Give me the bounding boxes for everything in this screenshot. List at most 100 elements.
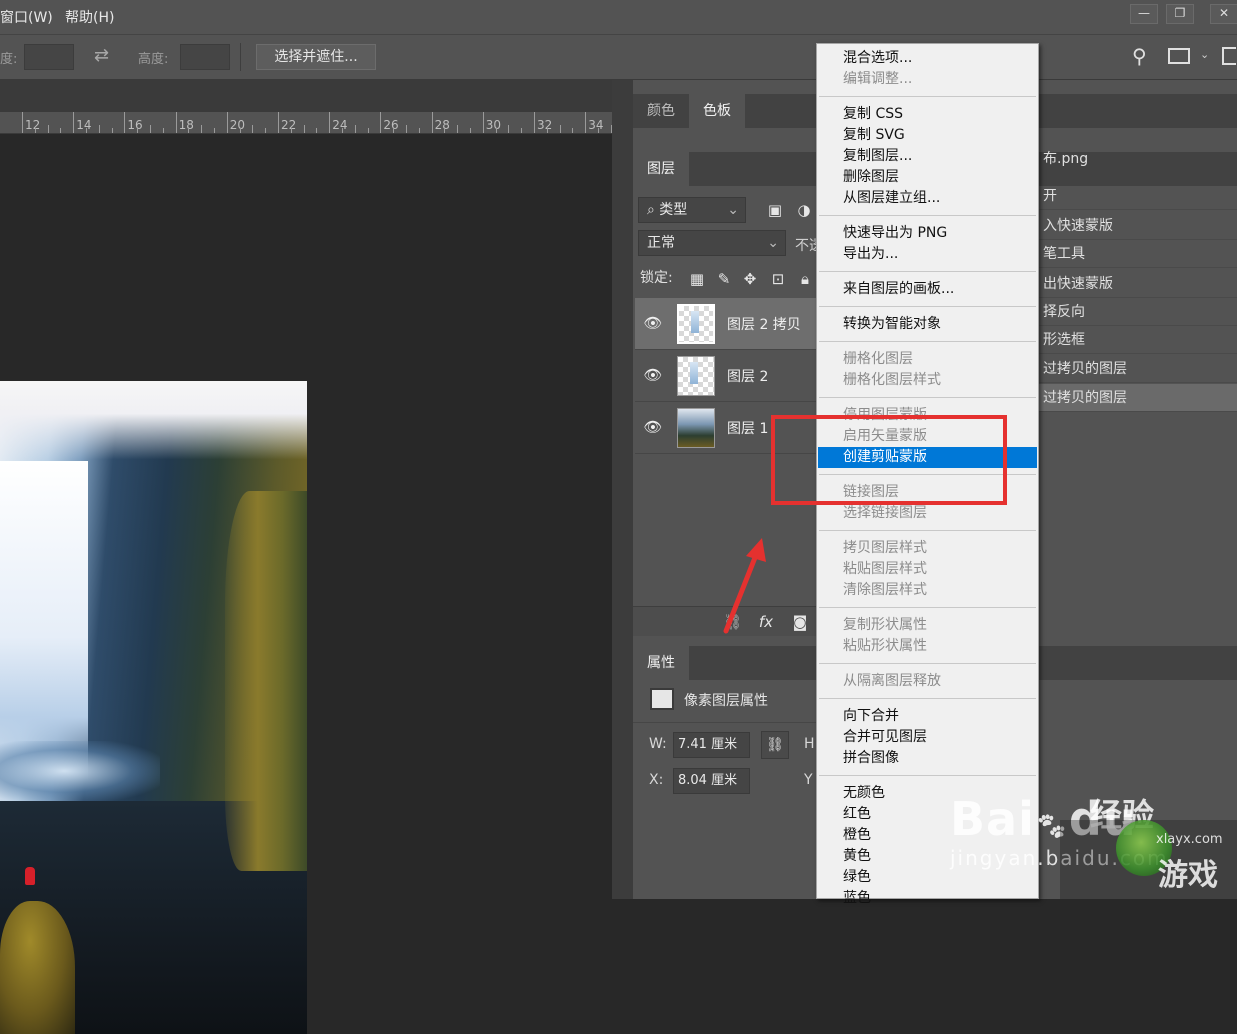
ruler-label: 28 [434,118,450,132]
minimize-icon[interactable]: — [1130,4,1158,24]
menu-help[interactable]: 帮助(H) [65,7,114,27]
context-menu-item[interactable]: 拼合图像 [818,748,1037,769]
history-item[interactable]: 笔工具 [1037,240,1237,268]
layer-filter-dropdown[interactable]: ⌕ 类型 ⌄ [638,197,746,223]
height-label: 高度: [138,52,169,67]
layer-row[interactable]: 👁︎ 图层 2 拷贝 [635,298,818,350]
chevron-down-icon[interactable]: ⌄ [1200,48,1209,61]
layer-row[interactable]: 👁︎ 图层 2 [635,350,818,402]
workspace-icon[interactable] [1168,48,1190,64]
select-and-mask-button[interactable]: 选择并遮住... [256,44,376,70]
context-menu-item[interactable]: 绿色 [818,867,1037,888]
context-menu-item[interactable]: 转换为智能对象 [818,314,1037,335]
divider [240,43,241,71]
photo-waterfall [0,461,88,781]
tab-properties[interactable]: 属性 [633,646,689,680]
search-icon[interactable]: ⚲ [1132,44,1147,68]
ruler-minor-tick [34,128,36,133]
lock-all-icon[interactable]: 🔒︎ [796,270,814,288]
menu-separator [819,341,1036,342]
history-item[interactable]: 出快速蒙版 [1037,270,1237,298]
ruler-major-tick [124,112,126,133]
ruler-major-tick [226,112,228,133]
width-input[interactable] [24,44,74,70]
site-logo-text: 游戏 [1158,858,1218,893]
context-menu-item[interactable]: 快速导出为 PNG [818,223,1037,244]
ruler-minor-tick [521,128,523,133]
image-filter-icon[interactable]: ▣ [766,201,784,219]
photo-cliff [225,491,307,871]
layer-name[interactable]: 图层 2 拷贝 [727,314,801,334]
horizontal-ruler: 12 14 16 18 20 22 24 26 28 30 32 34 [0,112,612,134]
history-item[interactable]: 开 [1037,182,1237,210]
ruler-minor-tick [572,128,574,133]
restore-icon[interactable]: ❐ [1166,4,1194,24]
ruler-minor-tick [393,128,395,133]
x-field[interactable]: 8.04 厘米 [673,768,750,794]
share-icon[interactable] [1222,47,1236,65]
history-item[interactable]: 过拷贝的图层 [1037,355,1237,383]
history-item[interactable]: 择反向 [1037,298,1237,326]
options-bar: 度: ⇄ 高度: 选择并遮住... ⚲ ⌄ [0,34,1237,80]
lock-transparent-icon[interactable]: ▦ [688,270,706,288]
blend-mode-dropdown[interactable]: 正常 ⌄ [638,230,786,256]
ruler-minor-tick [546,128,548,133]
swap-arrows-icon[interactable]: ⇄ [94,45,109,66]
tab-color[interactable]: 颜色 [633,94,689,128]
context-menu-item[interactable]: 导出为... [818,244,1037,265]
ruler-minor-tick [457,125,459,133]
link-icon[interactable]: ⛓︎ [761,731,789,759]
layer-thumbnail [677,356,715,396]
baidu-text: Bai [950,792,1035,846]
panel-gutter [612,80,633,899]
pixel-layer-icon [650,688,674,710]
lock-paint-icon[interactable]: ✎ [715,270,733,288]
ruler-minor-tick [98,125,100,133]
ruler-label: 34 [588,118,604,132]
eye-icon[interactable]: 👁︎ [643,314,663,334]
context-menu-item[interactable]: 复制 SVG [818,125,1037,146]
menu-window[interactable]: 窗口(W) [0,7,53,27]
mask-icon[interactable]: ◙ [791,613,809,631]
ruler-minor-tick [418,128,420,133]
annotation-arrow [723,538,766,634]
eye-icon[interactable]: 👁︎ [643,418,663,438]
menu-separator [819,306,1036,307]
ruler-label: 22 [281,118,297,132]
context-menu-item[interactable]: 复制图层... [818,146,1037,167]
photo-mist [0,741,160,801]
layer-thumbnail [677,304,715,344]
context-menu-item[interactable]: 混合选项... [818,48,1037,69]
lock-move-icon[interactable]: ✥ [741,270,759,288]
tab-swatches[interactable]: 色板 [689,94,745,128]
ruler-major-tick [431,112,433,133]
context-menu-item[interactable]: 从图层建立组... [818,188,1037,209]
menu-separator [819,698,1036,699]
history-item[interactable]: 过拷贝的图层 [1037,384,1237,412]
tab-layers[interactable]: 图层 [633,152,689,186]
eye-icon[interactable]: 👁︎ [643,366,663,386]
filter-kind-value: 类型 [659,202,688,218]
context-menu-item[interactable]: 向下合并 [818,706,1037,727]
ruler-major-tick [278,112,279,133]
context-menu-item[interactable]: 来自图层的画板... [818,279,1037,300]
layer-name[interactable]: 图层 1 [727,418,768,438]
context-menu-item: 清除图层样式 [843,582,927,598]
context-menu-item[interactable]: 删除图层 [818,167,1037,188]
lock-artboard-icon[interactable]: ⊡ [769,270,787,288]
close-icon[interactable]: ✕ [1210,4,1237,24]
canvas-area[interactable] [0,135,612,1034]
width-field[interactable]: 7.41 厘米 [673,732,750,758]
height-input[interactable] [180,44,230,70]
adjustment-filter-icon[interactable]: ◑ [795,201,813,219]
context-menu-item[interactable]: 复制 CSS [818,104,1037,125]
annotation-highlight-box [771,415,1007,505]
context-menu-item[interactable]: 合并可见图层 [818,727,1037,748]
history-item[interactable]: 形选框 [1037,326,1237,354]
layer-name[interactable]: 图层 2 [727,366,768,386]
chevron-down-icon: ⌄ [767,235,779,251]
context-menu-item: 粘贴形状属性 [843,638,927,654]
ruler-minor-tick [354,125,356,133]
history-item[interactable]: 入快速蒙版 [1037,212,1237,240]
ruler-major-tick [22,112,23,133]
